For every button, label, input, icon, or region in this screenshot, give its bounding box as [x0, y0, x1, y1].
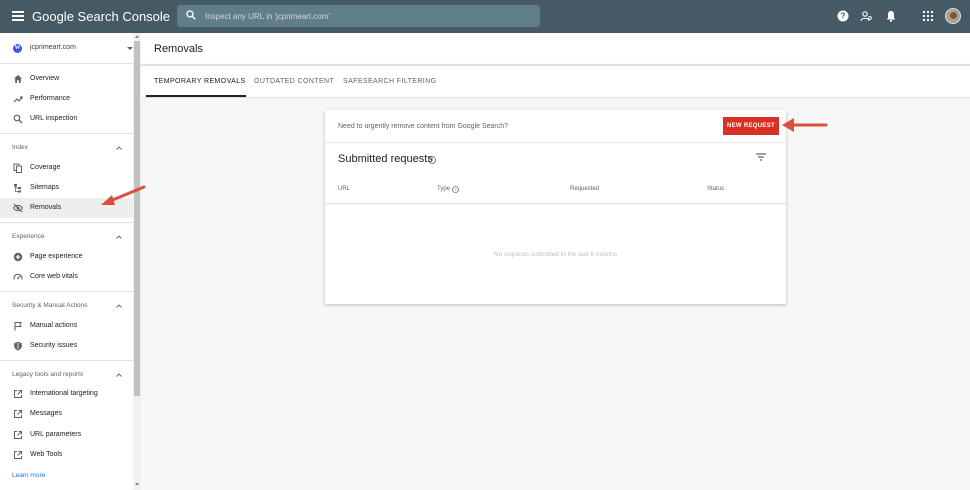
new-request-button[interactable]: NEW REQUEST [723, 117, 779, 135]
sidebar-item-label: Removals [30, 204, 62, 211]
sidebar-item-manual-actions[interactable]: Manual actions [0, 316, 133, 336]
sidebar-divider [0, 360, 133, 361]
removals-card: Need to urgently remove content from Goo… [325, 110, 786, 304]
tab-temporary-removals[interactable]: TEMPORARY REMOVALS [154, 78, 246, 85]
property-name: jcprimeart.com [30, 44, 76, 51]
search-icon [13, 114, 23, 124]
sidebar-item-web-tools[interactable]: Web Tools [0, 445, 133, 465]
sidebar-item-international-targeting[interactable]: International targeting [0, 384, 133, 404]
sidebar-item-label: International targeting [30, 390, 98, 397]
active-tab-indicator [146, 95, 246, 97]
section-title-legacy: Legacy tools and reports [12, 371, 84, 378]
url-inspection-search[interactable] [177, 5, 540, 27]
add-circle-icon [13, 252, 23, 262]
scroll-up-arrow-icon[interactable] [135, 35, 139, 38]
search-icon [186, 10, 196, 20]
scrollbar-thumb[interactable] [134, 41, 140, 396]
sidebar-item-label: URL inspection [30, 115, 78, 122]
tab-safesearch-filtering[interactable]: SAFESEARCH FILTERING [343, 78, 436, 85]
sidebar-item-label: Messages [30, 410, 62, 417]
external-link-icon [14, 410, 22, 418]
property-selector[interactable]: W jcprimeart.com [0, 33, 141, 64]
svg-text:?: ? [841, 12, 846, 21]
account-avatar[interactable] [945, 8, 961, 24]
table-header-divider [325, 203, 786, 204]
help-icon[interactable]: ? [837, 10, 849, 22]
svg-text:?: ? [431, 158, 434, 164]
chevron-up-icon[interactable] [116, 235, 122, 239]
empty-state-message: No requests submitted in the last 6 mont… [493, 251, 618, 258]
product-logo[interactable]: Google Search Console [32, 9, 170, 24]
flag-icon [14, 322, 22, 331]
sidebar-item-coverage[interactable]: Coverage [0, 158, 133, 178]
submitted-requests-title: Submitted requests [338, 153, 433, 165]
sidebar-item-label: Security issues [30, 342, 78, 349]
learn-more-link[interactable]: Learn more [12, 472, 45, 479]
removal-prompt-text: Need to urgently remove content from Goo… [338, 123, 509, 130]
sidebar-item-overview[interactable]: Overview [0, 69, 133, 89]
trending-up-icon [13, 96, 23, 103]
tabs-bar: TEMPORARY REMOVALS OUTDATED CONTENT SAFE… [141, 66, 970, 98]
annotation-arrow-new-request-icon [782, 118, 828, 132]
sidebar-item-label: Core web vitals [30, 273, 78, 280]
search-input[interactable] [205, 8, 525, 24]
sidebar-divider [0, 133, 133, 134]
column-header-url[interactable]: URL [338, 186, 350, 192]
external-link-icon [14, 390, 22, 398]
chevron-up-icon[interactable] [116, 304, 122, 308]
sidebar-item-url-inspection[interactable]: URL inspection [0, 109, 133, 129]
help-outline-icon[interactable]: ? [452, 186, 459, 193]
annotation-arrow-sidebar-icon [101, 185, 146, 205]
eye-off-icon [13, 203, 23, 213]
scroll-down-arrow-icon[interactable] [135, 483, 139, 486]
sidebar-nav: W jcprimeart.com Overview Performance UR… [0, 33, 141, 490]
sidebar-scrollbar[interactable] [133, 33, 141, 490]
sidebar-item-label: Overview [30, 75, 60, 82]
file-copy-icon [13, 163, 22, 173]
sidebar-item-label: Manual actions [30, 322, 78, 329]
manage-users-icon[interactable] [860, 10, 872, 22]
page-title: Removals [154, 43, 203, 55]
top-app-bar: Google Search Console ? [0, 0, 970, 33]
sidebar-item-page-experience[interactable]: Page experience [0, 247, 133, 267]
menu-icon[interactable] [12, 11, 24, 21]
filter-list-icon[interactable] [756, 153, 766, 161]
sidebar-item-messages[interactable]: Messages [0, 404, 133, 424]
sitemap-icon [14, 184, 21, 193]
apps-grid-icon[interactable] [922, 10, 934, 22]
notifications-bell-icon[interactable] [885, 10, 897, 22]
tab-outdated-content[interactable]: OUTDATED CONTENT [254, 78, 334, 85]
sidebar-item-label: URL parameters [30, 431, 82, 438]
wordpress-icon: W [13, 44, 22, 53]
sidebar-item-core-web-vitals[interactable]: Core web vitals [0, 267, 133, 287]
section-title-index: Index [12, 144, 28, 151]
column-header-requested[interactable]: Requested [570, 186, 599, 192]
sidebar-item-security-issues[interactable]: Security issues [0, 336, 133, 356]
section-title-security: Security & Manual Actions [12, 302, 88, 309]
svg-text:?: ? [454, 187, 457, 192]
sidebar-item-label: Sitemaps [30, 184, 60, 191]
sidebar-divider [0, 222, 133, 223]
external-link-icon [14, 431, 22, 439]
sidebar-item-label: Coverage [30, 164, 61, 171]
sidebar-item-label: Web Tools [30, 451, 63, 458]
sidebar-item-url-parameters[interactable]: URL parameters [0, 425, 133, 445]
card-divider [325, 142, 786, 143]
sidebar-item-performance[interactable]: Performance [0, 89, 133, 109]
chevron-up-icon[interactable] [116, 373, 122, 377]
column-header-status[interactable]: Status [707, 186, 724, 192]
section-title-experience: Experience [12, 233, 45, 240]
home-icon [14, 75, 22, 83]
sidebar-item-label: Page experience [30, 253, 83, 260]
speed-gauge-icon [13, 273, 23, 280]
column-header-type[interactable]: Type [437, 186, 450, 192]
shield-icon [14, 341, 22, 351]
sidebar-item-label: Performance [30, 95, 71, 102]
external-link-icon [14, 451, 22, 459]
chevron-up-icon[interactable] [116, 146, 122, 150]
help-outline-icon[interactable]: ? [428, 156, 436, 164]
sidebar-divider [0, 291, 133, 292]
